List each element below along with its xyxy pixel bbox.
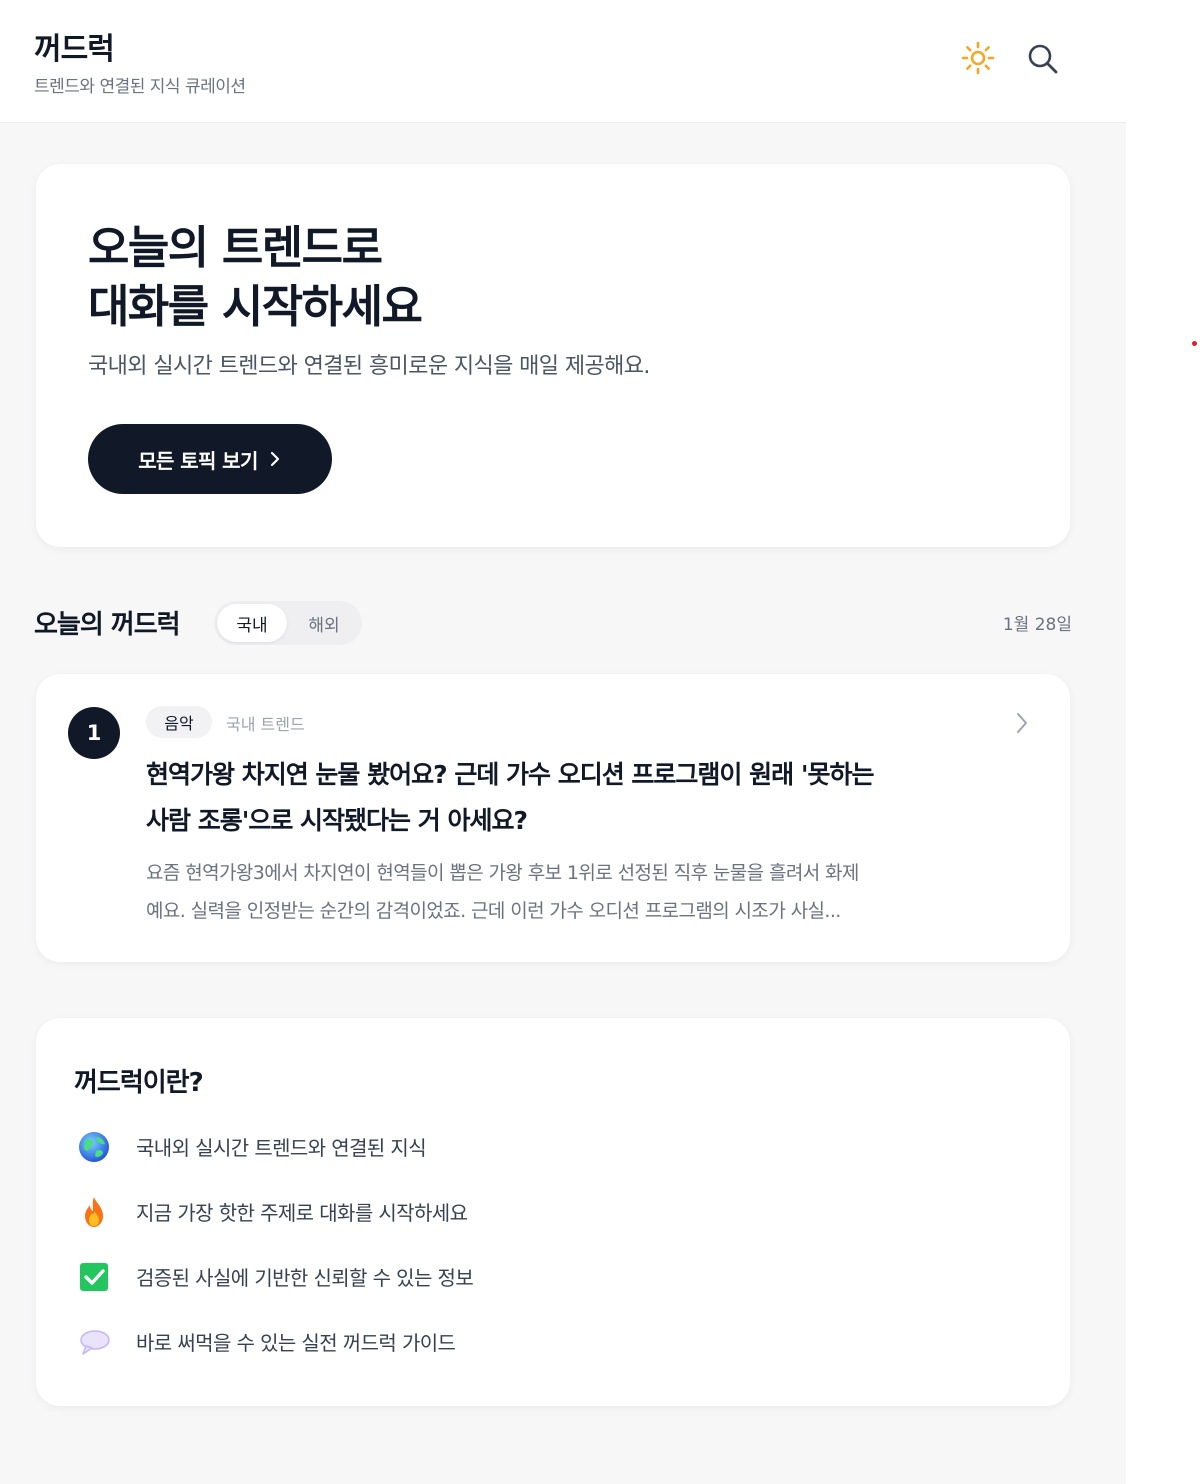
feature-item: 지금 가장 핫한 주제로 대화를 시작하세요 <box>76 1191 976 1227</box>
hero-description: 국내외 실시간 트렌드와 연결된 흥미로운 지식을 매일 제공해요. <box>88 354 650 379</box>
globe-icon <box>79 1132 109 1162</box>
indicator-dot <box>1192 341 1197 346</box>
hero-title-line-1: 오늘의 트렌드로 <box>88 221 383 274</box>
feature-item: 국내외 실시간 트렌드와 연결된 지식 <box>76 1126 976 1162</box>
tab-domestic[interactable]: 국내 <box>217 604 287 642</box>
tab-foreign[interactable]: 해외 <box>289 604 359 642</box>
rank-badge: 1 <box>68 707 120 759</box>
feature-text: 검증된 사실에 기반한 신뢰할 수 있는 정보 <box>136 1266 474 1290</box>
trend-type-label: 국내 트렌드 <box>226 715 305 734</box>
topic-card[interactable]: 1 음악 국내 트렌드 현역가왕 차지연 눈물 봤어요? 근데 가수 오디션 프… <box>36 674 1070 962</box>
about-card: 꺼드럭이란? 국내외 실시간 트렌드와 연결된 지식 지금 가장 핫한 주제로 … <box>36 1018 1070 1406</box>
tagline: 트렌드와 연결된 지식 큐레이션 <box>34 77 246 97</box>
today-date: 1월 28일 <box>1002 615 1072 635</box>
fire-icon <box>85 1197 103 1227</box>
search-button[interactable] <box>1024 40 1062 78</box>
feature-item: 바로 써먹을 수 있는 실전 꺼드럭 가이드 <box>76 1321 976 1357</box>
hero-title: 오늘의 트렌드로 대화를 시작하세요 <box>88 218 423 336</box>
topic-summary-line-1: 요즘 현역가왕3에서 차지연이 현역들이 뽑은 가왕 후보 1위로 선정된 직후… <box>146 862 859 884</box>
topic-title-line-1: 현역가왕 차지연 눈물 봤어요? 근데 가수 오디션 프로그램이 원래 '못하는 <box>146 760 874 789</box>
search-icon <box>1028 44 1058 74</box>
about-title: 꺼드럭이란? <box>74 1068 204 1098</box>
view-all-topics-label: 모든 토픽 보기 <box>138 448 258 473</box>
chevron-right-icon <box>270 451 279 467</box>
theme-toggle-button[interactable] <box>960 40 996 76</box>
view-all-topics-button[interactable]: 모든 토픽 보기 <box>88 424 332 494</box>
check-icon <box>80 1263 108 1291</box>
feature-text: 지금 가장 핫한 주제로 대화를 시작하세요 <box>136 1201 468 1225</box>
chevron-right-icon <box>1017 713 1027 733</box>
hero-card: 오늘의 트렌드로 대화를 시작하세요 국내외 실시간 트렌드와 연결된 흥미로운… <box>36 164 1070 547</box>
hero-title-line-2: 대화를 시작하세요 <box>88 280 423 333</box>
topic-title: 현역가왕 차지연 눈물 봤어요? 근데 가수 오디션 프로그램이 원래 '못하는… <box>146 752 1016 844</box>
topic-summary-line-2: 예요. 실력을 인정받는 순간의 감격이었죠. 근데 이런 가수 오디션 프로그… <box>146 900 841 922</box>
region-tabs: 국내 해외 <box>214 601 362 645</box>
feature-text: 바로 써먹을 수 있는 실전 꺼드럭 가이드 <box>136 1331 456 1355</box>
feature-item: 검증된 사실에 기반한 신뢰할 수 있는 정보 <box>76 1256 976 1292</box>
app-root: 꺼드럭 트렌드와 연결된 지식 큐레이션 오늘의 트렌드로 대화를 시작하세요 … <box>0 0 1126 1484</box>
feature-text: 국내외 실시간 트렌드와 연결된 지식 <box>136 1136 427 1160</box>
today-section-title: 오늘의 꺼드럭 <box>34 610 181 640</box>
speech-bubble-icon <box>80 1330 110 1355</box>
top-header: 꺼드럭 트렌드와 연결된 지식 큐레이션 <box>0 0 1126 123</box>
topic-summary: 요즘 현역가왕3에서 차지연이 현역들이 뽑은 가왕 후보 1위로 선정된 직후… <box>146 854 1006 930</box>
logo[interactable]: 꺼드럭 <box>34 24 115 68</box>
sun-icon <box>961 41 995 75</box>
topic-title-line-2: 사람 조롱'으로 시작됐다는 거 아세요? <box>146 806 528 835</box>
category-chip: 음악 <box>146 706 212 738</box>
